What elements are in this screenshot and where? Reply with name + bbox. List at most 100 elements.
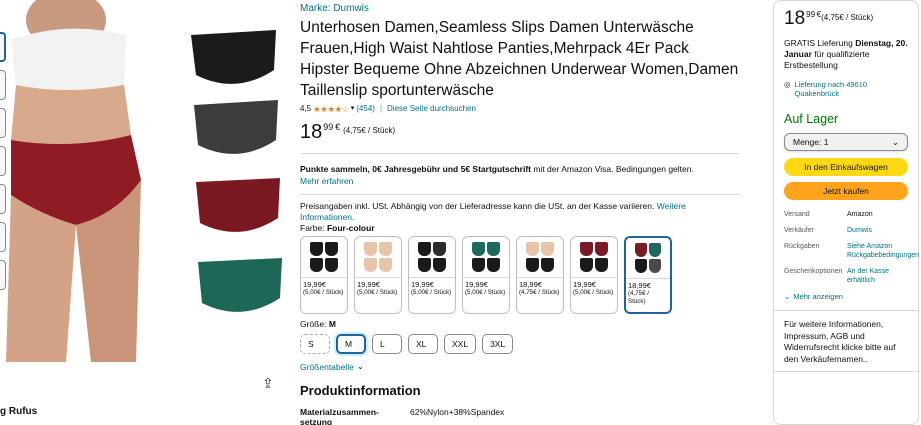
chevron-down-icon[interactable]: ▾ (351, 103, 355, 115)
color-swatch[interactable]: 19,99€ (5,00€ / Stück) (408, 236, 456, 314)
size-option-xl[interactable]: XL (408, 334, 438, 354)
show-more-link[interactable]: ⌄ Mehr anzeigen (784, 292, 908, 301)
swatch-color-chip (580, 242, 593, 256)
color-swatch[interactable]: 18,99€ (4,75€ / Stück) (624, 236, 672, 314)
size-option-m[interactable]: M (336, 334, 366, 354)
swatch-color-chip (595, 258, 608, 272)
size-option-3xl[interactable]: 3XL (482, 334, 514, 354)
promo-text: Punkte sammeln, 0€ Jahresgebühr und 5€ S… (300, 163, 740, 187)
swatch-color-chip (580, 258, 593, 272)
swatch-color-chip (649, 259, 661, 273)
chevron-down-icon: ⌄ (891, 137, 899, 147)
swatch-price-text: 19,99€ (5,00€ / Stück) (463, 277, 509, 299)
meta-value[interactable]: Siehe Amazon Rückgabebedingungen (847, 242, 919, 260)
color-swatch[interactable]: 18,99€ (4,75€ / Stück) (516, 236, 564, 314)
seller-info-note: Für weitere Informationen, Impressum, AG… (784, 319, 896, 364)
swatch-image (463, 237, 509, 277)
product-title: Unterhosen Damen,Seamless Slips Damen Un… (300, 19, 739, 99)
swatch-color-chip (541, 258, 554, 272)
promo-learn-more-link[interactable]: Mehr erfahren (300, 175, 740, 187)
buybox-meta-row: Rückgaben Siehe Amazon Rückgabebedingunge… (784, 242, 919, 260)
price: 18 99 € (4,75€ / Stück) (300, 121, 740, 143)
buybox-price: 18 99 € (4,75€ / Stück) (784, 9, 908, 29)
swatch-price-text: 18,99€ (4,75€ / Stück) (626, 278, 670, 307)
quantity-select[interactable]: Menge: 1 ⌄ (784, 133, 908, 151)
swatch-image (409, 237, 455, 277)
stock-status: Auf Lager (784, 112, 839, 126)
size-label: Größe: M (300, 319, 336, 329)
spec-key: Materialzusammen-setzung (300, 407, 379, 425)
shipping-info: GRATIS Lieferung Dienstag, 20. Januar fü… (784, 38, 908, 70)
size-option-s[interactable]: S (300, 334, 330, 354)
price-unit: (4,75€ / Stück) (343, 126, 396, 135)
size-chart-link[interactable]: Größentabelle ⌄ (300, 361, 740, 372)
star-rating-icon[interactable]: ★★★★☆ (313, 103, 349, 115)
swatch-price: 19,99€ (573, 280, 596, 289)
chevron-down-icon: ⌄ (356, 361, 364, 371)
size-options: S M L XL XXL 3XL (300, 334, 740, 354)
meta-key: Versand (784, 211, 810, 218)
swatch-price: 19,99€ (465, 280, 488, 289)
swatch-price: 19,99€ (357, 280, 380, 289)
swatch-color-chip (433, 242, 446, 256)
rating-value: 4,5 (300, 104, 312, 113)
swatch-color-chip (635, 243, 647, 257)
swatch-unit-price: (5,00€ / Stück) (465, 289, 506, 296)
meta-key: Rückgaben (784, 243, 820, 250)
swatch-color-chip (595, 242, 608, 256)
meta-value: Amazon (847, 211, 873, 218)
color-swatch[interactable]: 19,99€ (5,00€ / Stück) (462, 236, 510, 314)
swatch-image (626, 238, 670, 278)
product-info-heading: Produktinformation (300, 383, 421, 398)
buybox-price-fraction: 99 € (806, 10, 822, 19)
price-integer: 18 (300, 121, 323, 143)
meta-value[interactable]: An der Kasse erhältlich (847, 267, 907, 285)
divider (774, 310, 918, 311)
brand-link[interactable]: Marke: Dumwis (300, 2, 740, 16)
size-option-xxl[interactable]: XXL (444, 334, 477, 354)
swatch-color-chip (364, 242, 377, 256)
buybox-meta-row: Versand Amazon (784, 210, 908, 219)
spec-row: Materialzusammen-setzung 62%Nylon+38%Spa… (300, 407, 740, 425)
divider (300, 153, 740, 154)
vat-notice: Preisangaben inkl. USt. Abhängig von der… (300, 201, 686, 222)
swatch-color-chip (487, 242, 500, 256)
swatch-color-chip (472, 242, 485, 256)
buybox-price-unit: (4,75€ / Stück) (821, 13, 874, 22)
swatch-color-chip (433, 258, 446, 272)
add-to-cart-button[interactable]: In den Einkaufswagen (784, 158, 908, 176)
buybox-meta-row: Geschenkoptionen An der Kasse erhältlich (784, 267, 908, 285)
product-details: Marke: Dumwis Unterhosen Damen,Seamless … (300, 0, 740, 425)
share-icon[interactable]: ⇪ (262, 375, 274, 392)
buy-now-button[interactable]: Jetzt kaufen (784, 182, 908, 200)
swatch-color-chip (649, 243, 661, 257)
swatch-image (571, 237, 617, 277)
search-page-link[interactable]: Diese Seite durchsuchen (387, 103, 476, 115)
swatch-color-chip (418, 242, 431, 256)
delivery-location-link[interactable]: ◎ Lieferung nach 49610 Quakenbrück (784, 80, 908, 98)
byline: g Rufus (0, 406, 38, 417)
color-swatch[interactable]: 19,99€ (5,00€ / Stück) (354, 236, 402, 314)
swatch-unit-price: (4,75€ / Stück) (519, 289, 560, 296)
swatch-color-chip (379, 258, 392, 272)
swatch-price: 18,99€ (519, 280, 542, 289)
review-count-link[interactable]: (454) (356, 103, 375, 115)
product-main-image[interactable] (6, 0, 290, 362)
color-swatch[interactable]: 19,99€ (5,00€ / Stück) (570, 236, 618, 314)
rating-row: 4,5 ★★★★☆ ▾ (454) | Diese Seite durchsuc… (300, 103, 740, 115)
meta-key: Verkäufer (784, 227, 814, 234)
size-option-l[interactable]: L (372, 334, 402, 354)
swatch-unit-price: (5,00€ / Stück) (357, 289, 398, 296)
swatch-color-chip (541, 242, 554, 256)
chevron-down-icon: ⌄ (784, 292, 791, 301)
color-label: Farbe: Four-colour (300, 223, 375, 233)
meta-value[interactable]: Dumwis (847, 226, 907, 235)
swatch-unit-price: (5,00€ / Stück) (411, 289, 452, 296)
swatch-color-chip (487, 258, 500, 272)
swatch-color-chip (325, 258, 338, 272)
swatch-price-text: 19,99€ (5,00€ / Stück) (301, 277, 347, 299)
product-photo (6, 0, 282, 362)
color-swatch[interactable]: 19,99€ (5,00€ / Stück) (300, 236, 348, 314)
swatch-image (355, 237, 401, 277)
meta-key: Geschenkoptionen (784, 268, 843, 275)
